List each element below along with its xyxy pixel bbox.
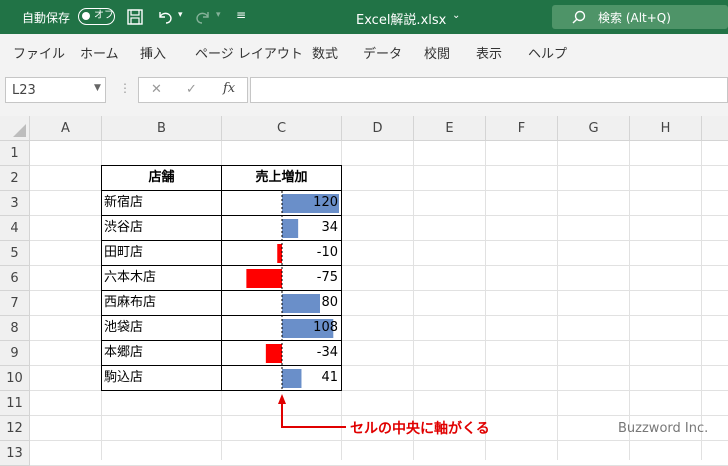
search-icon [572, 10, 586, 24]
more-options-icon[interactable]: ⋮ [119, 81, 131, 95]
sales-value-cell[interactable]: 41 [222, 366, 338, 390]
tab-insert[interactable]: 挿入 [140, 43, 166, 62]
title-bar: 自動保存 オフ ▾ ▾ ≡ Excel解説.xlsx ⌄ 検索 (Alt+Q) [0, 0, 728, 34]
ribbon-tabs: ファイル ホーム 挿入 ページ レイアウト 数式 データ 校閲 表示 ヘルプ [0, 34, 728, 69]
autosave-label: 自動保存 [22, 11, 71, 25]
sales-value-cell[interactable]: 120 [222, 191, 338, 215]
formula-input[interactable] [250, 77, 728, 103]
name-box[interactable]: L23 ▼ [5, 77, 106, 103]
tab-file[interactable]: ファイル [13, 43, 65, 62]
sales-value-cell[interactable]: -10 [222, 241, 338, 265]
autosave-toggle[interactable]: オフ [78, 8, 115, 25]
tab-help[interactable]: ヘルプ [528, 43, 567, 62]
redo-icon[interactable] [194, 8, 212, 26]
annotation-text: セルの中央に軸がくる [350, 421, 490, 437]
worksheet-grid[interactable]: A B C D E F G H 1 2 3 4 5 6 7 8 9 10 11 12 13 店舗 売上増加… [0, 116, 728, 466]
tab-formulas[interactable]: 数式 [312, 43, 338, 62]
tab-page-layout[interactable]: ページ レイアウト [195, 43, 303, 62]
watermark: Buzzword Inc. [618, 421, 709, 436]
enter-icon[interactable]: ✓ [186, 82, 197, 97]
name-box-dropdown-icon[interactable]: ▼ [94, 83, 101, 93]
formula-bar: L23 ▼ ⋮ ✕ ✓ fx [0, 68, 728, 116]
autosave-toggle-state: オフ [94, 10, 114, 21]
sales-value-cell[interactable]: -34 [222, 341, 338, 365]
formula-buttons: ✕ ✓ fx [138, 77, 248, 103]
undo-dropdown-icon[interactable]: ▾ [178, 10, 183, 20]
customize-toolbar-icon[interactable]: ≡ [236, 8, 246, 22]
sales-value-cell[interactable]: 108 [222, 316, 338, 340]
sales-value-cell[interactable]: -75 [222, 266, 338, 290]
save-icon[interactable] [126, 8, 144, 26]
annotation-arrow [278, 394, 346, 428]
redo-dropdown-icon[interactable]: ▾ [216, 10, 221, 20]
tab-view[interactable]: 表示 [476, 43, 502, 62]
sales-value-cell[interactable]: 34 [222, 216, 338, 240]
search-box[interactable]: 検索 (Alt+Q) [552, 5, 728, 29]
insert-function-icon[interactable]: fx [223, 81, 235, 96]
search-placeholder: 検索 (Alt+Q) [598, 11, 671, 25]
tab-review[interactable]: 校閲 [424, 43, 450, 62]
file-name[interactable]: Excel解説.xlsx [356, 9, 446, 28]
cancel-icon[interactable]: ✕ [151, 82, 162, 97]
name-box-value: L23 [12, 83, 36, 98]
undo-icon[interactable] [156, 8, 174, 26]
sales-value-cell[interactable]: 80 [222, 291, 338, 315]
tab-data[interactable]: データ [363, 43, 402, 62]
tab-home[interactable]: ホーム [80, 43, 119, 62]
chevron-down-icon[interactable]: ⌄ [452, 10, 460, 21]
